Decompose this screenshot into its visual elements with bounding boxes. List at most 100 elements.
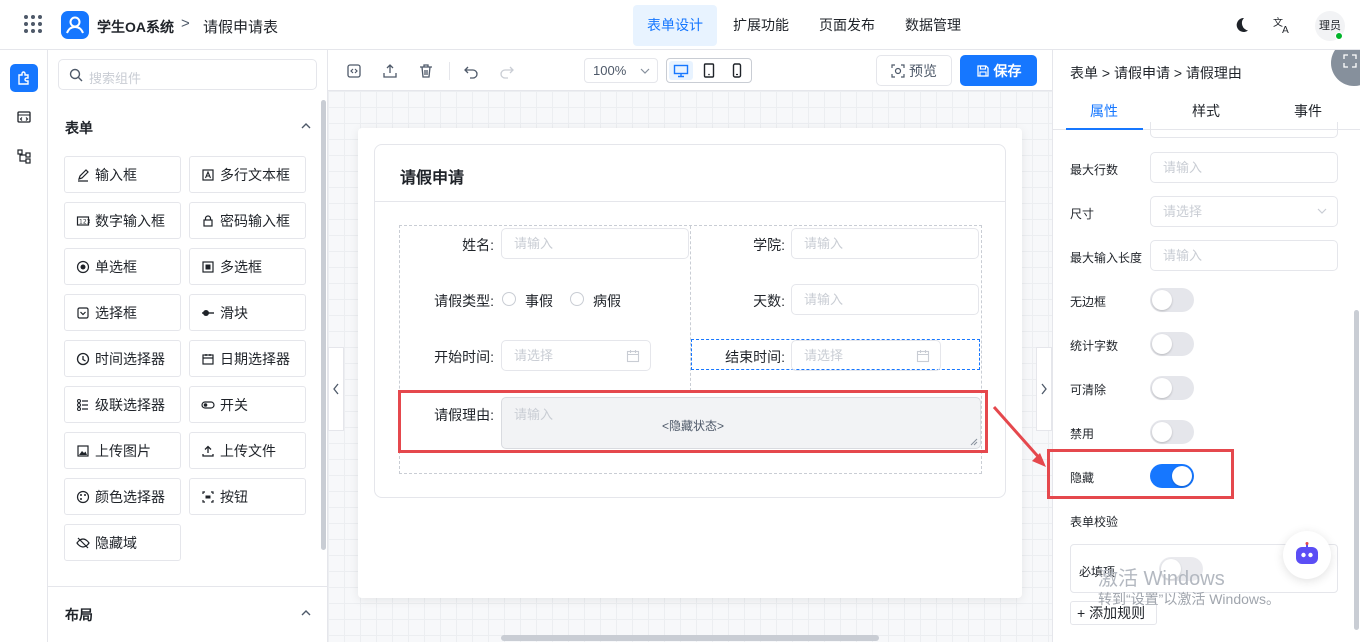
button-icon <box>202 490 214 503</box>
tab-properties[interactable]: 属性 <box>1053 101 1155 121</box>
reason-field-highlight <box>398 390 988 453</box>
component-password-input[interactable]: 密码输入框 <box>189 202 306 239</box>
form-name: 请假申请表 <box>203 19 279 36</box>
end-time-picker[interactable]: 请选择 <box>791 340 941 371</box>
radio-icon <box>76 260 90 273</box>
tab-events[interactable]: 事件 <box>1257 101 1359 121</box>
grid-background: 请假申请 姓名: 请输入 学院: 请输入 请假类型: 事假 病假 天数: 请输入… <box>328 91 1052 642</box>
name-input[interactable]: 请输入 <box>501 228 689 259</box>
save-button[interactable]: 保存 <box>960 55 1037 86</box>
switch-icon <box>201 400 215 409</box>
tree-structure-icon <box>17 149 31 164</box>
textarea-icon <box>202 168 214 181</box>
rail-code-button[interactable] <box>10 103 38 131</box>
lock-icon <box>203 214 213 227</box>
property-breadcrumb: 表单 > 请假申请 > 请假理由 <box>1070 65 1242 81</box>
rail-structure-button[interactable] <box>10 142 38 170</box>
max-rows-input[interactable]: 请输入 <box>1150 152 1338 183</box>
preview-button[interactable]: 预览 <box>876 55 952 86</box>
validation-label: 表单校验 <box>1070 515 1119 529</box>
collapse-left-button[interactable] <box>328 347 344 431</box>
component-hidden-field[interactable]: 隐藏域 <box>64 524 181 561</box>
size-label: 尺寸 <box>1070 207 1095 221</box>
export-icon[interactable] <box>381 62 399 80</box>
canvas-horizontal-scrollbar[interactable] <box>501 635 879 641</box>
undo-icon[interactable] <box>462 62 480 80</box>
radio-sick-leave[interactable] <box>570 292 584 306</box>
activation-watermark-title: 激活 Windows <box>1098 568 1225 590</box>
component-number-input[interactable]: 123 数字输入框 <box>64 202 181 239</box>
component-textarea[interactable]: 多行文本框 <box>189 156 306 193</box>
edit-icon <box>78 168 89 182</box>
leave-type-label: 请假类型: <box>434 293 494 309</box>
nav-extensions[interactable]: 扩展功能 <box>719 5 803 46</box>
nav-data-management[interactable]: 数据管理 <box>891 5 975 46</box>
left-rail <box>0 50 48 642</box>
assistant-bot-button[interactable] <box>1283 531 1331 579</box>
component-checkbox[interactable]: 多选框 <box>189 248 306 285</box>
radio-personal-leave[interactable] <box>502 292 516 306</box>
disabled-switch[interactable] <box>1150 420 1194 444</box>
tab-styles[interactable]: 样式 <box>1155 101 1257 121</box>
component-color-picker[interactable]: 颜色选择器 <box>64 478 181 515</box>
end-time-label: 结束时间: <box>725 349 785 365</box>
design-canvas-area: 100% 预览 保存 请假申请 姓名: 请输入 学院: 请输入 请假类型: 事假… <box>328 50 1052 642</box>
word-count-switch[interactable] <box>1150 332 1194 356</box>
section-divider <box>48 586 327 587</box>
start-time-picker[interactable]: 请选择 <box>501 340 651 371</box>
component-input[interactable]: 输入框 <box>64 156 181 193</box>
chevron-up-icon[interactable] <box>300 607 312 619</box>
svg-text:123: 123 <box>79 218 90 225</box>
component-upload-image[interactable]: 上传图片 <box>64 432 181 469</box>
device-mobile-button[interactable] <box>725 61 749 80</box>
dark-mode-icon[interactable] <box>1232 16 1250 34</box>
breadcrumb-separator: > <box>181 15 190 32</box>
clearable-switch[interactable] <box>1150 376 1194 400</box>
code-window-icon <box>17 111 31 123</box>
eye-off-icon <box>76 537 90 548</box>
robot-icon <box>1296 542 1318 564</box>
fullscreen-button[interactable] <box>1331 50 1360 86</box>
component-search-input[interactable]: 搜索组件 <box>58 59 317 90</box>
app-grid-icon[interactable] <box>23 14 43 34</box>
rail-components-button[interactable] <box>10 64 38 92</box>
component-radio[interactable]: 单选框 <box>64 248 181 285</box>
chevron-down-icon <box>640 68 650 74</box>
component-select[interactable]: 选择框 <box>64 294 181 331</box>
mobile-icon <box>732 63 742 78</box>
hidden-switch-highlight <box>1047 449 1234 499</box>
toolbar-divider <box>449 62 450 80</box>
property-panel-scrollbar[interactable] <box>1354 310 1359 630</box>
device-desktop-button[interactable] <box>669 61 693 80</box>
college-input[interactable]: 请输入 <box>791 228 979 259</box>
borderless-switch[interactable] <box>1150 288 1194 312</box>
calendar-icon <box>202 353 214 365</box>
translate-icon[interactable]: 文A <box>1272 15 1292 35</box>
disabled-label: 禁用 <box>1070 427 1095 441</box>
canvas-toolbar: 100% 预览 保存 <box>328 50 1052 91</box>
active-tab-indicator <box>1066 128 1143 130</box>
component-upload-file[interactable]: 上传文件 <box>189 432 306 469</box>
max-length-input[interactable]: 请输入 <box>1150 240 1338 271</box>
device-tablet-button[interactable] <box>697 61 721 80</box>
max-length-label: 最大输入长度 <box>1070 251 1143 265</box>
component-cascader[interactable]: 级联选择器 <box>64 386 181 423</box>
size-select[interactable]: 请选择 <box>1150 196 1338 227</box>
component-time-picker[interactable]: 时间选择器 <box>64 340 181 377</box>
nav-form-design[interactable]: 表单设计 <box>633 5 717 46</box>
max-rows-label: 最大行数 <box>1070 163 1119 177</box>
zoom-select[interactable]: 100% <box>584 58 658 83</box>
svg-text:A: A <box>1282 25 1289 35</box>
redo-icon[interactable] <box>498 62 516 80</box>
trash-icon[interactable] <box>417 62 435 80</box>
partial-input-above <box>1150 122 1338 138</box>
chevron-up-icon[interactable] <box>300 120 312 132</box>
component-switch[interactable]: 开关 <box>189 386 306 423</box>
nav-page-publish[interactable]: 页面发布 <box>805 5 889 46</box>
days-input[interactable]: 请输入 <box>791 284 979 315</box>
component-date-picker[interactable]: 日期选择器 <box>189 340 306 377</box>
component-button[interactable]: 按钮 <box>189 478 306 515</box>
code-icon[interactable] <box>345 62 363 80</box>
component-slider[interactable]: 滑块 <box>189 294 306 331</box>
component-panel-scrollbar[interactable] <box>321 100 326 550</box>
